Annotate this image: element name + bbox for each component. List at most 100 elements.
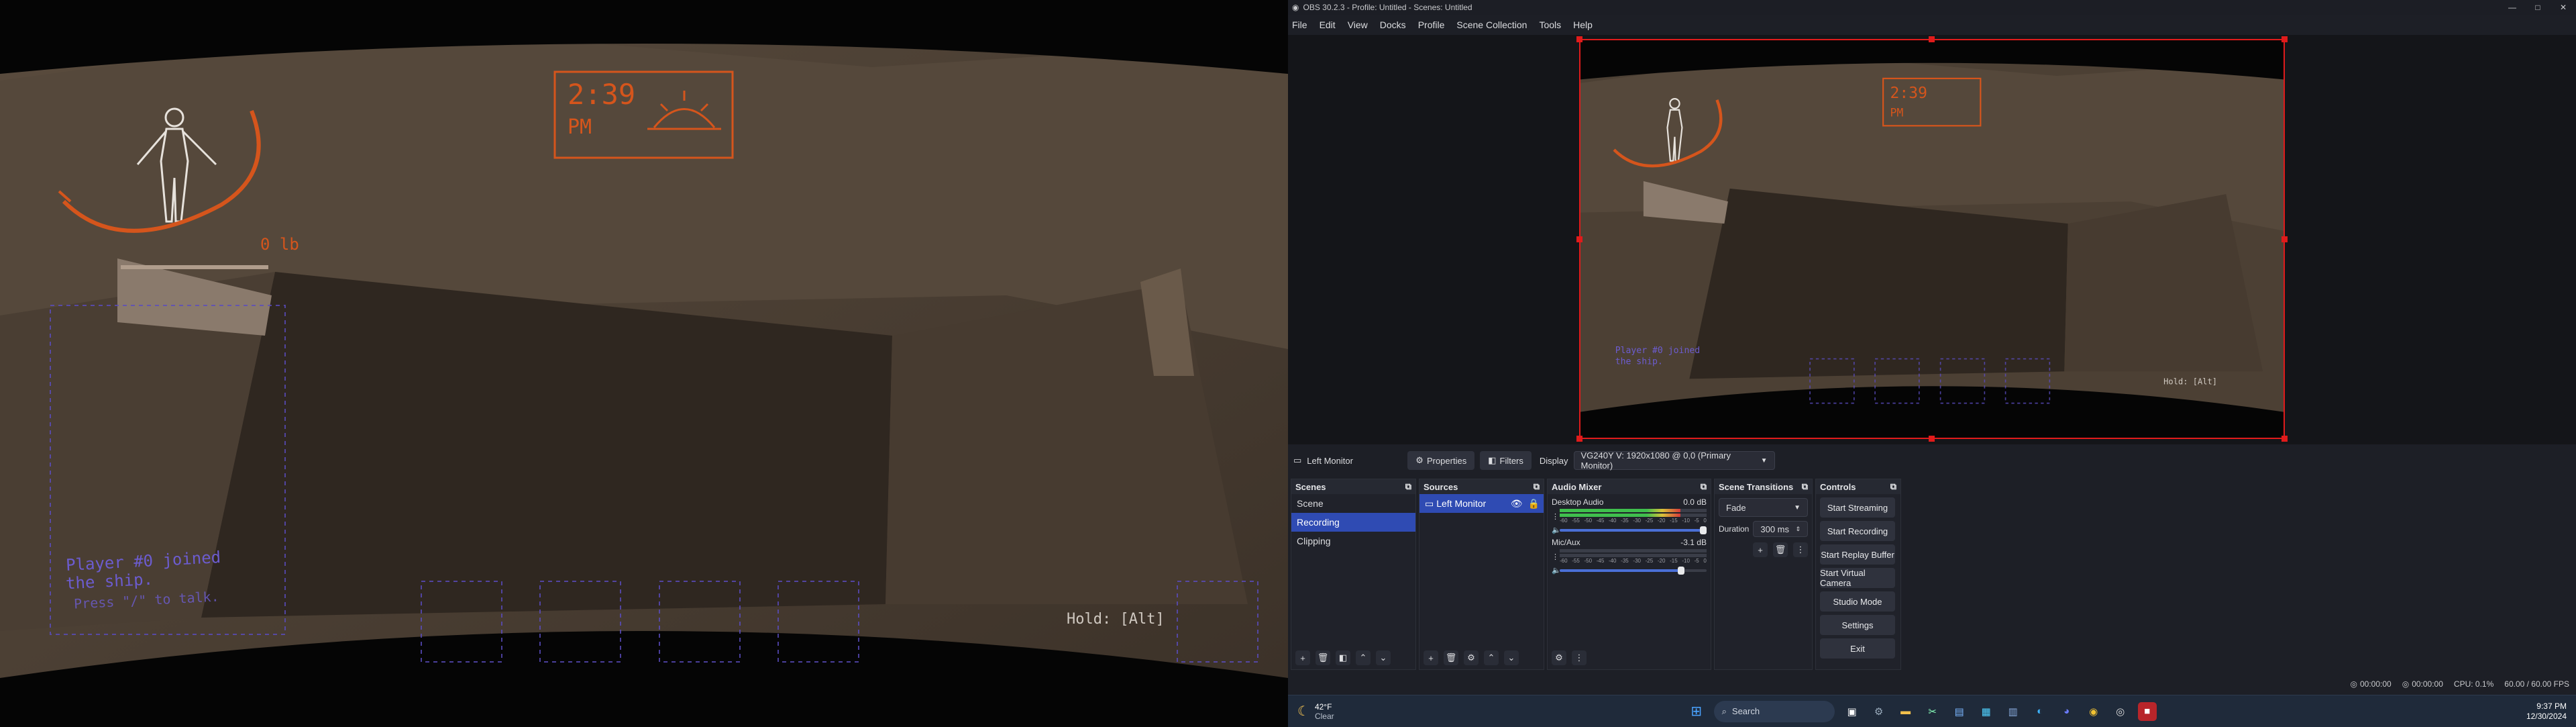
resize-handle[interactable] bbox=[2282, 436, 2288, 442]
dock-undock-icon[interactable]: ⧉ bbox=[1802, 481, 1808, 492]
resize-handle[interactable] bbox=[2282, 236, 2288, 242]
settings-icon[interactable]: ⚙ bbox=[1870, 702, 1888, 721]
menu-scene-collection[interactable]: Scene Collection bbox=[1456, 19, 1527, 30]
taskbar-search[interactable]: ⌕ Search bbox=[1713, 700, 1835, 722]
move-down-icon[interactable]: ⌄ bbox=[1504, 650, 1519, 665]
start-recording-button[interactable]: Start Recording bbox=[1820, 521, 1895, 541]
volume-slider[interactable] bbox=[1560, 526, 1707, 534]
scene-item[interactable]: Scene bbox=[1291, 494, 1415, 513]
menu-view[interactable]: View bbox=[1348, 19, 1368, 30]
volume-slider[interactable] bbox=[1560, 566, 1707, 575]
terminal-icon[interactable]: ▥ bbox=[2004, 702, 2023, 721]
dock-undock-icon[interactable]: ⧉ bbox=[1701, 481, 1707, 492]
properties-button[interactable]: ⚙ Properties bbox=[1407, 451, 1475, 470]
scene-item-selected[interactable]: Recording bbox=[1291, 513, 1415, 532]
meter-tick: -30 bbox=[1633, 558, 1641, 564]
menu-file[interactable]: File bbox=[1292, 19, 1307, 30]
add-transition-icon[interactable]: + bbox=[1753, 542, 1768, 557]
remove-scene-icon[interactable]: 🗑 bbox=[1316, 650, 1330, 665]
start-streaming-button[interactable]: Start Streaming bbox=[1820, 497, 1895, 518]
mixer-settings-icon[interactable]: ⚙ bbox=[1552, 650, 1566, 665]
menu-edit[interactable]: Edit bbox=[1320, 19, 1336, 30]
windows-taskbar: ☾ 42°F Clear ⊞ ⌕ Search ▣ ⚙ ▬ ✂ ▤ ▦ ▥ ◐ … bbox=[1288, 695, 2576, 727]
preview-canvas[interactable]: 2:39 PM Player #0 joined the ship. Hold:… bbox=[1288, 35, 2576, 444]
scene-item[interactable]: Clipping bbox=[1291, 532, 1415, 550]
settings-button[interactable]: Settings bbox=[1820, 615, 1895, 635]
snipping-tool-icon[interactable]: ✂ bbox=[1923, 702, 1942, 721]
preview-chat-line-1: Player #0 joined bbox=[1615, 346, 1700, 356]
menu-docks[interactable]: Docks bbox=[1380, 19, 1406, 30]
controls-title: Controls bbox=[1820, 481, 1856, 492]
dock-undock-icon[interactable]: ⧉ bbox=[1405, 481, 1411, 492]
resize-handle[interactable] bbox=[1929, 36, 1935, 42]
meter-tick: -50 bbox=[1584, 558, 1593, 564]
source-properties-icon[interactable]: ⚙ bbox=[1464, 650, 1479, 665]
dock-undock-icon[interactable]: ⧉ bbox=[1890, 481, 1896, 492]
meter-tick: -40 bbox=[1608, 558, 1617, 564]
audio-mixer-title: Audio Mixer bbox=[1552, 481, 1602, 492]
source-item-label: Left Monitor bbox=[1436, 497, 1487, 509]
scene-filters-icon[interactable]: ◧ bbox=[1336, 650, 1350, 665]
resize-handle[interactable] bbox=[1576, 436, 1582, 442]
menu-help[interactable]: Help bbox=[1573, 19, 1593, 30]
transition-menu-icon[interactable]: ⋮ bbox=[1793, 542, 1808, 557]
transition-select[interactable]: Fade ▼ bbox=[1719, 498, 1808, 517]
start-icon[interactable]: ⊞ bbox=[1687, 702, 1706, 721]
sources-title: Sources bbox=[1424, 481, 1458, 492]
meter-tick: -60 bbox=[1560, 558, 1568, 564]
filters-button[interactable]: ◧ Filters bbox=[1480, 451, 1532, 470]
properties-label: Properties bbox=[1426, 455, 1467, 466]
maximize-icon[interactable]: □ bbox=[2525, 0, 2551, 15]
channel-menu-icon[interactable]: ⋮ bbox=[1552, 512, 1560, 521]
start-replay-buffer-button[interactable]: Start Replay Buffer bbox=[1820, 544, 1895, 565]
speaker-icon[interactable]: 🔈 bbox=[1552, 526, 1561, 534]
stream-icon: ◎ bbox=[2402, 679, 2410, 689]
channel-menu-icon[interactable]: ⋮ bbox=[1552, 552, 1560, 561]
start-virtual-camera-button[interactable]: Start Virtual Camera bbox=[1820, 568, 1895, 588]
dock-undock-icon[interactable]: ⧉ bbox=[1534, 481, 1540, 492]
add-source-icon[interactable]: + bbox=[1424, 650, 1438, 665]
remove-transition-icon[interactable]: 🗑 bbox=[1773, 542, 1788, 557]
weather-widget[interactable]: ☾ 42°F Clear bbox=[1297, 702, 1334, 721]
meter-bar bbox=[1560, 549, 1707, 552]
obs-window: ◉ OBS 30.2.3 - Profile: Untitled - Scene… bbox=[1288, 0, 2576, 727]
meter-tick: -25 bbox=[1645, 558, 1654, 564]
menu-profile[interactable]: Profile bbox=[1418, 19, 1445, 30]
edge-icon[interactable]: ◐ bbox=[2031, 702, 2049, 721]
resize-handle[interactable] bbox=[1929, 436, 1935, 442]
eye-icon[interactable]: 👁 bbox=[1511, 498, 1523, 509]
move-down-icon[interactable]: ⌄ bbox=[1376, 650, 1391, 665]
obs-taskbar-icon[interactable]: ◎ bbox=[2111, 702, 2130, 721]
mute-icon[interactable]: 🔈 bbox=[1552, 566, 1561, 575]
close-icon[interactable]: ✕ bbox=[2551, 0, 2576, 15]
menu-tools[interactable]: Tools bbox=[1539, 19, 1561, 30]
add-scene-icon[interactable]: + bbox=[1295, 650, 1310, 665]
move-up-icon[interactable]: ⌃ bbox=[1484, 650, 1499, 665]
move-up-icon[interactable]: ⌃ bbox=[1356, 650, 1371, 665]
discord-icon[interactable]: ◕ bbox=[2057, 702, 2076, 721]
title-bar: ◉ OBS 30.2.3 - Profile: Untitled - Scene… bbox=[1288, 0, 2576, 15]
meter-tick: -20 bbox=[1657, 518, 1666, 524]
meter-tick: -5 bbox=[1694, 558, 1699, 564]
resize-handle[interactable] bbox=[1576, 236, 1582, 242]
taskbar-clock[interactable]: 9:37 PM 12/30/2024 bbox=[2526, 701, 2567, 722]
duration-input[interactable]: 300 ms ⇕ bbox=[1753, 521, 1808, 537]
resize-handle[interactable] bbox=[1576, 36, 1582, 42]
remove-source-icon[interactable]: 🗑 bbox=[1444, 650, 1458, 665]
lock-icon[interactable]: 🔒 bbox=[1528, 498, 1540, 509]
task-view-icon[interactable]: ▣ bbox=[1843, 702, 1862, 721]
notepad-icon[interactable]: ▦ bbox=[1977, 702, 1996, 721]
game-taskbar-icon[interactable]: ■ bbox=[2137, 701, 2157, 721]
source-item[interactable]: ▭ Left Monitor 👁 🔒 bbox=[1419, 494, 1544, 513]
studio-mode-button[interactable]: Studio Mode bbox=[1820, 591, 1895, 612]
stepper-icon[interactable]: ⇕ bbox=[1795, 526, 1801, 533]
app-icon[interactable]: ▤ bbox=[1950, 702, 1969, 721]
chrome-icon[interactable]: ◉ bbox=[2084, 702, 2103, 721]
minimize-icon[interactable]: — bbox=[2500, 0, 2525, 15]
file-explorer-icon[interactable]: ▬ bbox=[1896, 702, 1915, 721]
mixer-menu-icon[interactable]: ⋮ bbox=[1572, 650, 1587, 665]
display-select[interactable]: VG240Y V: 1920x1080 @ 0,0 (Primary Monit… bbox=[1573, 450, 1775, 471]
exit-button[interactable]: Exit bbox=[1820, 638, 1895, 659]
resize-handle[interactable] bbox=[2282, 36, 2288, 42]
scenes-title: Scenes bbox=[1295, 481, 1326, 492]
